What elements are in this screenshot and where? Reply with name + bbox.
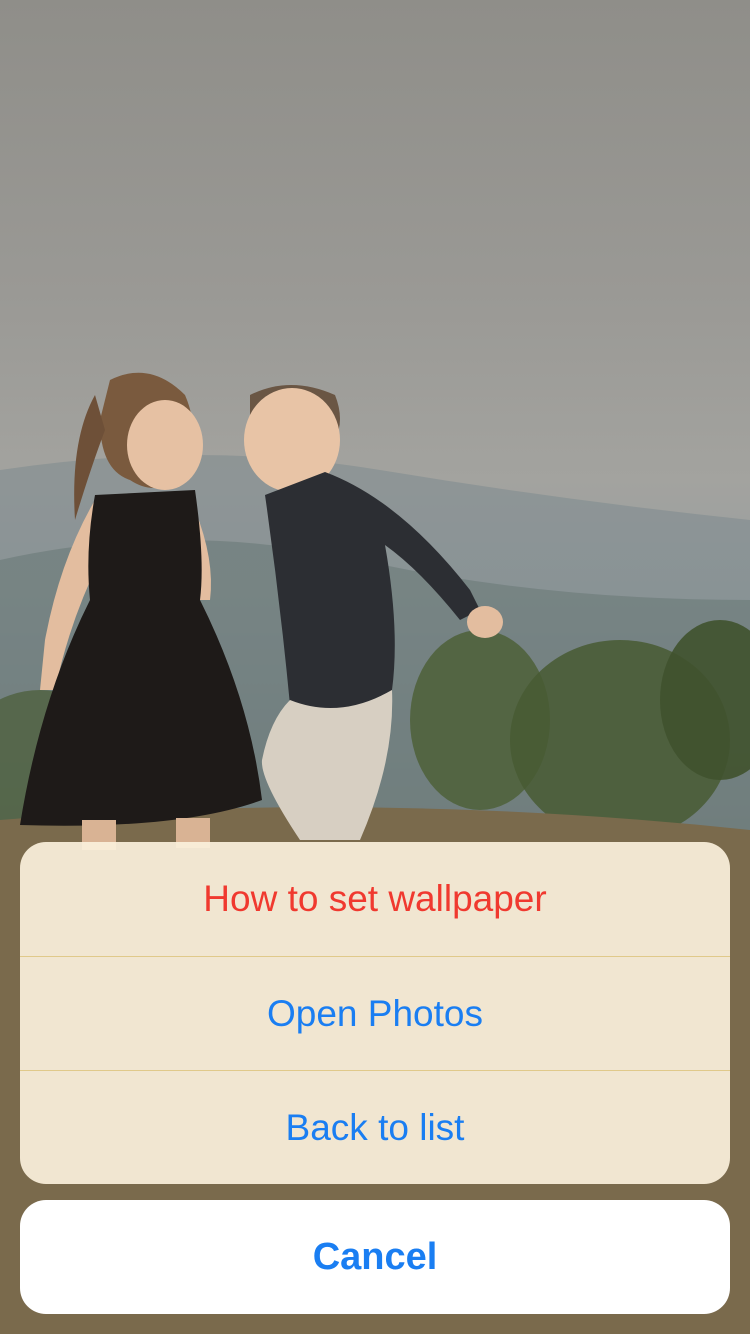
open-photos-button[interactable]: Open Photos bbox=[20, 956, 730, 1070]
how-to-set-wallpaper-button[interactable]: How to set wallpaper bbox=[20, 842, 730, 956]
back-to-list-button[interactable]: Back to list bbox=[20, 1070, 730, 1184]
cancel-button[interactable]: Cancel bbox=[20, 1200, 730, 1314]
action-sheet-group: How to set wallpaper Open Photos Back to… bbox=[20, 842, 730, 1184]
cancel-group: Cancel bbox=[20, 1200, 730, 1314]
